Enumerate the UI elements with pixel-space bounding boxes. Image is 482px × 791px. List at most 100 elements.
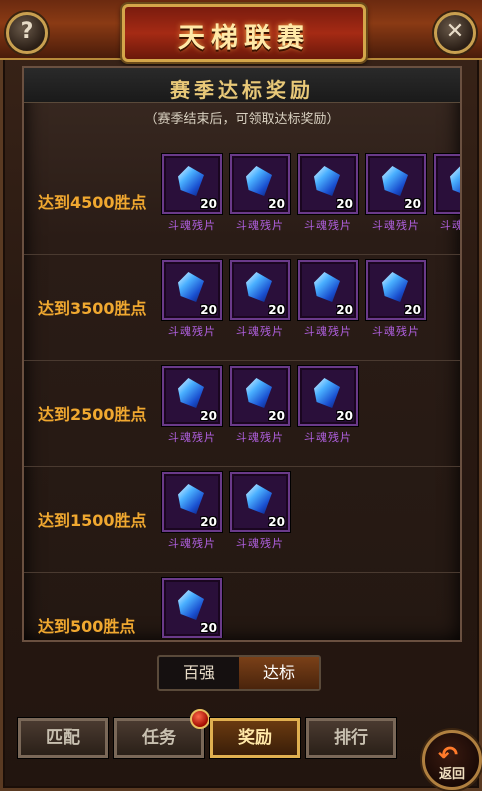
item-name: 斗魂残片: [168, 325, 216, 338]
item-name: 斗魂残片: [236, 537, 284, 550]
reward-item-slot[interactable]: 20: [366, 154, 426, 214]
reward-tier-row: 达到4500胜点 20 斗魂残片 20 斗魂残片 20 斗魂残片 20 斗魂残片 20 斗魂残片: [24, 148, 460, 255]
reward-item[interactable]: 20 斗魂残片: [366, 154, 426, 233]
title-bar: ? 天梯联赛 ✕: [0, 0, 482, 62]
reward-tier-row: 达到1500胜点 20 斗魂残片 20 斗魂残片: [24, 466, 460, 573]
reward-item[interactable]: 20 斗魂残片: [298, 260, 358, 339]
reward-item-slot[interactable]: 20: [230, 260, 290, 320]
reward-item-slot[interactable]: 20: [434, 154, 460, 214]
reward-item[interactable]: 20 斗魂残片: [162, 472, 222, 551]
reward-item[interactable]: 20 斗魂残片: [230, 260, 290, 339]
blue-crystal-shard-icon: [178, 272, 204, 302]
reward-item-slot[interactable]: 20: [230, 366, 290, 426]
item-quantity: 20: [268, 303, 285, 317]
reward-tier-list[interactable]: 达到4500胜点20斗魂残片20斗魂残片20斗魂残片20斗魂残片20斗魂残片达到…: [24, 148, 460, 638]
blue-crystal-shard-icon: [246, 166, 272, 196]
blue-crystal-shard-icon: [382, 272, 408, 302]
tab-match[interactable]: 匹配: [18, 718, 108, 758]
item-name: 斗魂残片: [372, 219, 420, 232]
item-quantity: 20: [200, 409, 217, 423]
subtab-milestone[interactable]: 达标: [239, 657, 319, 689]
subtitle-bar: 赛季达标奖励: [24, 68, 460, 103]
reward-item-slot[interactable]: 20: [162, 472, 222, 532]
tab-ranking[interactable]: 排行: [306, 718, 396, 758]
tier-threshold-label: 达到500胜点: [38, 617, 136, 636]
blue-crystal-shard-icon: [178, 590, 204, 620]
item-quantity: 20: [200, 303, 217, 317]
reward-item-slot[interactable]: 20: [230, 154, 290, 214]
reward-item-slot[interactable]: 20: [230, 472, 290, 532]
panel-subtitle: 赛季达标奖励: [170, 78, 314, 102]
blue-crystal-shard-icon: [178, 166, 204, 196]
ladder-window: ? 天梯联赛 ✕ 赛季达标奖励 （赛季结束后，可领取达标奖励） 达到4500胜点…: [0, 0, 482, 791]
reward-item[interactable]: 20 斗魂残片: [366, 260, 426, 339]
blue-crystal-shard-icon: [246, 484, 272, 514]
notification-dot-icon: [190, 709, 210, 729]
blue-crystal-shard-icon: [314, 166, 340, 196]
item-name: 斗魂残片: [168, 537, 216, 550]
back-button[interactable]: ↶ 返回: [422, 730, 482, 790]
season-reward-panel: 赛季达标奖励 （赛季结束后，可领取达标奖励） 达到4500胜点 20 斗魂残片 20 斗…: [22, 66, 462, 642]
tab-rewards[interactable]: 奖励: [210, 718, 300, 758]
tier-threshold-label: 达到3500胜点: [38, 299, 147, 318]
item-name: 斗魂残片: [236, 325, 284, 338]
item-quantity: 20: [336, 303, 353, 317]
item-name: 斗魂残片: [304, 219, 352, 232]
tier-reward-items: 20斗魂残片: [162, 578, 222, 638]
item-quantity: 20: [404, 303, 421, 317]
tier-threshold-label: 达到4500胜点: [38, 193, 147, 212]
reward-item[interactable]: 20 斗魂残片: [230, 366, 290, 445]
title-plate: 天梯联赛: [122, 4, 366, 62]
reward-item[interactable]: 20 斗魂残片: [230, 154, 290, 233]
item-name: 斗魂残片: [236, 219, 284, 232]
tier-threshold-label: 达到2500胜点: [38, 405, 147, 424]
item-name: 斗魂残片: [304, 325, 352, 338]
blue-crystal-shard-icon: [314, 378, 340, 408]
blue-crystal-shard-icon: [314, 272, 340, 302]
reward-item-slot[interactable]: 20: [162, 366, 222, 426]
tier-reward-items: 20 斗魂残片 20 斗魂残片 20 斗魂残片 20 斗魂残片 20 斗魂残片: [162, 154, 460, 233]
blue-crystal-shard-icon: [178, 484, 204, 514]
reward-item[interactable]: 20 斗魂残片: [162, 154, 222, 233]
reward-note: （赛季结束后，可领取达标奖励）: [144, 112, 340, 127]
reward-item-slot[interactable]: 20: [298, 154, 358, 214]
subtab-switch: 百强 达标: [157, 655, 321, 691]
reward-item[interactable]: 20 斗魂残片: [230, 472, 290, 551]
item-name: 斗魂残片: [168, 219, 216, 232]
reward-item[interactable]: 20 斗魂残片: [162, 260, 222, 339]
item-quantity: 20: [268, 515, 285, 529]
reward-tier-row: 达到500胜点 20斗魂残片: [24, 572, 460, 638]
subtab-top100[interactable]: 百强: [159, 657, 239, 689]
item-quantity: 20: [200, 197, 217, 211]
window-title: 天梯联赛: [178, 23, 310, 54]
item-quantity: 20: [268, 409, 285, 423]
help-button[interactable]: ?: [6, 12, 48, 54]
item-name: 斗魂残片: [168, 431, 216, 444]
item-quantity: 20: [268, 197, 285, 211]
item-quantity: 20: [336, 409, 353, 423]
reward-tier-row: 达到3500胜点 20 斗魂残片 20 斗魂残片 20 斗魂残片 20 斗魂残片: [24, 254, 460, 361]
reward-item[interactable]: 20 斗魂残片: [298, 154, 358, 233]
reward-item[interactable]: 20斗魂残片: [162, 578, 222, 638]
blue-crystal-shard-icon: [178, 378, 204, 408]
back-label: 返回: [438, 767, 465, 782]
reward-item-slot[interactable]: 20: [298, 366, 358, 426]
reward-item[interactable]: 20斗魂残片: [434, 154, 460, 233]
blue-crystal-shard-icon: [382, 166, 408, 196]
item-quantity: 20: [336, 197, 353, 211]
reward-item-slot[interactable]: 20: [162, 578, 222, 638]
tier-reward-items: 20 斗魂残片 20 斗魂残片 20 斗魂残片: [162, 366, 358, 445]
close-button[interactable]: ✕: [434, 12, 476, 54]
tier-reward-items: 20 斗魂残片 20 斗魂残片: [162, 472, 290, 551]
reward-item-slot[interactable]: 20: [162, 260, 222, 320]
item-name: 斗魂残片: [372, 325, 420, 338]
blue-crystal-shard-icon: [246, 272, 272, 302]
reward-item[interactable]: 20 斗魂残片: [162, 366, 222, 445]
reward-item[interactable]: 20 斗魂残片: [298, 366, 358, 445]
reward-item-slot[interactable]: 20: [298, 260, 358, 320]
tier-reward-items: 20 斗魂残片 20 斗魂残片 20 斗魂残片 20 斗魂残片: [162, 260, 426, 339]
reward-item-slot[interactable]: 20: [366, 260, 426, 320]
item-name: 斗魂残片: [236, 431, 284, 444]
item-name: 斗魂残片: [304, 431, 352, 444]
reward-item-slot[interactable]: 20: [162, 154, 222, 214]
